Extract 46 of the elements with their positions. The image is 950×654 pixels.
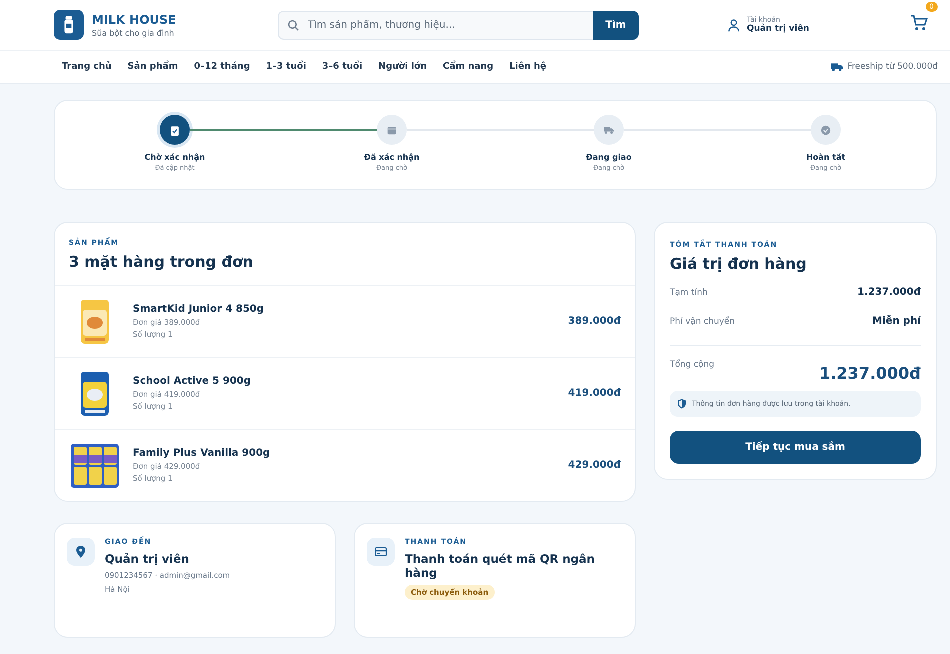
nav-link[interactable]: Sản phẩm — [120, 62, 186, 72]
product-name[interactable]: School Active 5 900g — [133, 376, 568, 387]
truck-icon — [830, 62, 843, 72]
step-title: Đã xác nhận — [364, 153, 420, 162]
nav-link[interactable]: Cẩm nang — [435, 62, 502, 72]
step-title: Chờ xác nhận — [144, 153, 206, 162]
search-button[interactable]: Tìm — [593, 10, 639, 40]
section-title: Giá trị đơn hàng — [670, 255, 808, 273]
location-pin-icon — [75, 546, 87, 558]
line-total: 389.000đ — [568, 316, 621, 327]
step-title: Đang giao — [586, 153, 632, 162]
step-title: Hoàn tất — [806, 153, 846, 162]
nav-link[interactable]: Người lớn — [370, 62, 436, 72]
nav-link[interactable]: 1–3 tuổi — [258, 62, 314, 72]
user-icon[interactable] — [727, 18, 741, 32]
nav-link[interactable]: Trang chủ — [54, 62, 120, 72]
account-name[interactable]: Quản trị viên — [747, 24, 810, 34]
brand-name[interactable]: MILK HOUSE — [92, 12, 176, 26]
credit-card-icon — [375, 546, 387, 558]
line-total: 429.000đ — [568, 460, 621, 471]
section-title: 3 mặt hàng trong đơn — [69, 253, 254, 271]
clipboard-check-icon — [170, 124, 180, 136]
brand-tagline: Sữa bột cho gia đình — [92, 28, 176, 38]
summary-value: Miễn phí — [872, 316, 921, 327]
nav-link[interactable]: 3–6 tuổi — [314, 62, 371, 72]
truck-icon — [604, 124, 614, 136]
total-value: 1.237.000đ — [819, 364, 921, 383]
freeship-text: Freeship từ 500.000đ — [848, 62, 938, 72]
check-circle-icon — [821, 124, 831, 136]
total-label: Tổng cộng — [670, 360, 715, 370]
line-total: 419.000đ — [568, 388, 621, 399]
nav-link[interactable]: 0–12 tháng — [186, 62, 258, 72]
continue-shopping-button[interactable]: Tiếp tục mua sắm — [670, 431, 921, 464]
summary-label: Phí vận chuyển — [670, 317, 735, 327]
product-name[interactable]: SmartKid Junior 4 850g — [133, 304, 568, 315]
recipient-name: Quản trị viên — [105, 552, 190, 566]
nav-link[interactable]: Liên hệ — [502, 62, 555, 72]
summary-value: 1.237.000đ — [858, 287, 921, 298]
payment-method: Thanh toán quét mã QR ngân hàng — [405, 552, 596, 580]
product-name[interactable]: Family Plus Vanilla 900g — [133, 448, 568, 459]
search-icon — [287, 18, 300, 32]
cart-icon[interactable] — [910, 14, 928, 32]
box-icon — [387, 124, 397, 136]
summary-label: Tạm tính — [670, 288, 708, 298]
shield-icon — [678, 399, 686, 409]
milk-bottle-logo-icon — [54, 10, 84, 40]
